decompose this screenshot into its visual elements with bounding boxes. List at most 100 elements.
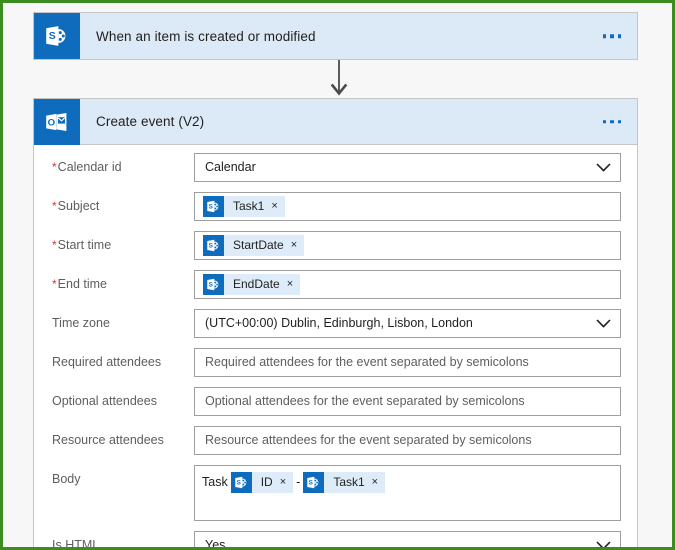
- field-row-resource-attendees: Resource attendees Resource attendees for…: [34, 426, 637, 455]
- field-row-subject: *Subject S Task1 ×: [34, 192, 637, 221]
- dynamic-token[interactable]: S Task1 ×: [303, 472, 386, 493]
- label-end-time: *End time: [52, 270, 194, 292]
- label-text: Subject: [57, 199, 100, 213]
- dropdown-calendar-id[interactable]: Calendar: [194, 153, 621, 182]
- field-row-required-attendees: Required attendees Required attendees for…: [34, 348, 637, 377]
- menu-dot: [617, 119, 621, 124]
- label-required-attendees: Required attendees: [52, 348, 194, 370]
- token-label: EndDate: [233, 277, 280, 291]
- label-text: Body: [52, 472, 81, 486]
- action-form: *Calendar id Calendar *Subject S Task1 × *Star…: [34, 145, 637, 547]
- dynamic-token[interactable]: S ID ×: [230, 472, 294, 493]
- label-subject: *Subject: [52, 192, 194, 214]
- body-text: Task: [202, 475, 228, 489]
- token-remove-button[interactable]: ×: [280, 472, 293, 493]
- input-subject[interactable]: S Task1 ×: [194, 192, 621, 221]
- input-end-time[interactable]: S EndDate ×: [194, 270, 621, 299]
- token-label: StartDate: [233, 238, 284, 252]
- field-row-end-time: *End time S EndDate ×: [34, 270, 637, 299]
- required-asterisk: *: [52, 277, 57, 291]
- chevron-down-icon[interactable]: [596, 317, 611, 331]
- label-text: Start time: [57, 238, 112, 252]
- sharepoint-icon: S: [230, 472, 252, 493]
- svg-text:S: S: [209, 243, 213, 250]
- svg-text:S: S: [209, 282, 213, 289]
- outlook-icon: O: [34, 98, 80, 145]
- label-optional-attendees: Optional attendees: [52, 387, 194, 409]
- menu-dot: [617, 34, 621, 38]
- input-required-attendees[interactable]: Required attendees for the event separat…: [194, 348, 621, 377]
- token-remove-button[interactable]: ×: [372, 472, 385, 493]
- input-value: Required attendees for the event separat…: [205, 355, 529, 369]
- down-arrow-icon: [330, 60, 348, 96]
- dynamic-token[interactable]: S StartDate ×: [203, 235, 305, 256]
- connector-arrow: [329, 60, 349, 98]
- token-remove-button[interactable]: ×: [287, 274, 300, 295]
- menu-dot: [610, 34, 614, 38]
- trigger-card-header[interactable]: S When an item is created or modified: [34, 13, 637, 59]
- token-remove-button[interactable]: ×: [291, 235, 304, 256]
- label-is-html: Is HTML: [52, 531, 194, 547]
- dropdown-value: (UTC+00:00) Dublin, Edinburgh, Lisbon, L…: [205, 316, 473, 330]
- menu-dot: [602, 119, 606, 124]
- label-text: Resource attendees: [52, 433, 164, 447]
- label-text: Calendar id: [57, 160, 122, 174]
- control-optional-attendees: Optional attendees for the event separat…: [194, 387, 621, 416]
- svg-text:S: S: [49, 30, 56, 42]
- sharepoint-icon: S: [34, 13, 80, 59]
- required-asterisk: *: [52, 238, 57, 252]
- input-resource-attendees[interactable]: Resource attendees for the event separat…: [194, 426, 621, 455]
- label-time-zone: Time zone: [52, 309, 194, 331]
- label-text: Optional attendees: [52, 394, 157, 408]
- token-remove-button[interactable]: ×: [271, 196, 284, 217]
- field-row-time-zone: Time zone (UTC+00:00) Dublin, Edinburgh, …: [34, 309, 637, 338]
- chevron-down-icon[interactable]: [596, 539, 611, 547]
- trigger-title: When an item is created or modified: [96, 28, 316, 44]
- label-calendar-id: *Calendar id: [52, 153, 194, 175]
- svg-text:S: S: [236, 480, 240, 487]
- dynamic-token[interactable]: S Task1 ×: [203, 196, 285, 217]
- input-optional-attendees[interactable]: Optional attendees for the event separat…: [194, 387, 621, 416]
- label-body: Body: [52, 465, 194, 487]
- sharepoint-icon: S: [203, 274, 224, 295]
- input-start-time[interactable]: S StartDate ×: [194, 231, 621, 260]
- label-start-time: *Start time: [52, 231, 194, 253]
- sharepoint-icon: S: [203, 196, 224, 217]
- flow-designer-screen: S When an item is created or modified O …: [0, 0, 675, 550]
- token-label: ID: [260, 475, 273, 489]
- dropdown-time-zone[interactable]: (UTC+00:00) Dublin, Edinburgh, Lisbon, L…: [194, 309, 621, 338]
- action-card-header[interactable]: O Create event (V2): [34, 98, 637, 145]
- body-content-line: Task S ID × - S Task1 ×: [201, 472, 387, 493]
- control-time-zone: (UTC+00:00) Dublin, Edinburgh, Lisbon, L…: [194, 309, 621, 338]
- control-end-time: S EndDate ×: [194, 270, 621, 299]
- chevron-down-icon[interactable]: [596, 161, 611, 175]
- menu-dot: [610, 119, 614, 124]
- svg-text:S: S: [309, 480, 313, 487]
- input-value: Optional attendees for the event separat…: [205, 394, 525, 408]
- trigger-menu-button[interactable]: [599, 28, 626, 44]
- flow-canvas: S When an item is created or modified O …: [3, 3, 672, 547]
- field-row-start-time: *Start time S StartDate ×: [34, 231, 637, 260]
- action-title: Create event (V2): [96, 114, 205, 129]
- sharepoint-icon: S: [203, 235, 224, 256]
- action-menu-button[interactable]: [599, 114, 626, 130]
- dynamic-token[interactable]: S EndDate ×: [203, 274, 301, 295]
- control-start-time: S StartDate ×: [194, 231, 621, 260]
- svg-text:O: O: [48, 117, 56, 128]
- body-text: -: [296, 475, 301, 489]
- field-row-calendar-id: *Calendar id Calendar: [34, 153, 637, 182]
- trigger-card[interactable]: S When an item is created or modified: [33, 12, 638, 60]
- sharepoint-icon: S: [303, 472, 325, 493]
- dropdown-is-html[interactable]: Yes: [194, 531, 621, 547]
- control-body: Task S ID × - S Task1 ×: [194, 465, 621, 521]
- label-text: Is HTML: [52, 538, 100, 547]
- label-text: Time zone: [52, 316, 110, 330]
- action-card[interactable]: O Create event (V2) *Calendar id Calendar…: [33, 98, 638, 547]
- token-label: Task1: [233, 199, 265, 213]
- label-text: End time: [57, 277, 108, 291]
- menu-dot: [602, 34, 606, 38]
- token-label: Task1: [333, 475, 365, 489]
- required-asterisk: *: [52, 199, 57, 213]
- control-is-html: Yes: [194, 531, 621, 547]
- input-body[interactable]: Task S ID × - S Task1 ×: [194, 465, 621, 521]
